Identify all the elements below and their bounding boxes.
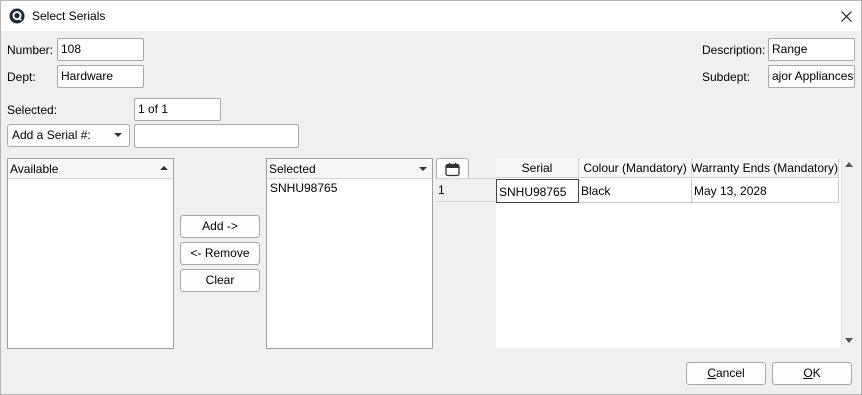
vertical-scrollbar[interactable] <box>841 158 856 348</box>
cancel-button[interactable]: Cancel <box>686 362 766 385</box>
available-list-header[interactable]: Available <box>8 159 173 179</box>
selected-header-label: Selected <box>269 162 316 176</box>
description-label: Description: <box>702 43 766 57</box>
dept-field[interactable]: Hardware <box>57 65 144 88</box>
selected-count-label: Selected: <box>7 103 58 117</box>
column-header-colour[interactable]: Colour (Mandatory) <box>579 158 692 178</box>
add-serial-input[interactable] <box>134 124 299 148</box>
cancel-mnemonic: C <box>707 366 716 380</box>
sort-descending-icon <box>419 167 427 171</box>
number-label: Number: <box>7 43 54 57</box>
ok-mnemonic: O <box>803 366 813 380</box>
sort-ascending-icon <box>160 166 168 170</box>
close-icon <box>840 10 852 22</box>
selected-count-field: 1 of 1 <box>134 98 221 121</box>
q-logo-icon <box>9 8 25 24</box>
calendar-button[interactable] <box>436 158 469 180</box>
description-field[interactable]: Range <box>768 38 855 61</box>
scroll-down-icon[interactable] <box>845 338 853 343</box>
column-header-warranty[interactable]: Warranty Ends (Mandatory) <box>692 158 839 178</box>
close-button[interactable] <box>834 5 858 27</box>
ok-button[interactable]: OK <box>772 362 852 385</box>
calendar-icon <box>445 163 460 177</box>
row-number[interactable]: 1 <box>436 178 496 202</box>
number-field[interactable]: 108 <box>57 38 144 61</box>
remove-button[interactable]: <- Remove <box>180 242 260 265</box>
scroll-up-icon[interactable] <box>845 162 853 167</box>
subdept-label: Subdept: <box>702 70 751 84</box>
chevron-down-icon <box>114 133 122 137</box>
window-title: Select Serials <box>32 9 106 23</box>
selected-list[interactable]: Selected SNHU98765 <box>266 158 433 349</box>
cancel-label-rest: ancel <box>715 366 745 380</box>
available-list[interactable]: Available <box>7 158 174 349</box>
title-bar: Select Serials <box>1 1 861 31</box>
add-button[interactable]: Add -> <box>180 215 260 238</box>
row-header-column <box>436 180 496 348</box>
cell-colour[interactable]: Black <box>579 179 692 203</box>
column-header-serial[interactable]: Serial <box>496 158 579 178</box>
selected-list-header[interactable]: Selected <box>267 159 432 179</box>
ok-label-rest: K <box>812 366 821 380</box>
subdept-field[interactable]: ajor Appliances <box>768 65 855 88</box>
dept-label: Dept: <box>7 70 36 84</box>
serials-grid: 1 Serial Colour (Mandatory) Warranty End… <box>436 157 856 349</box>
cell-warranty[interactable]: May 13, 2028 <box>692 179 839 203</box>
add-serial-dropdown[interactable]: Add a Serial #: <box>7 124 130 147</box>
available-header-label: Available <box>10 162 59 176</box>
list-item[interactable]: SNHU98765 <box>270 181 337 195</box>
clear-button[interactable]: Clear <box>180 269 260 292</box>
cell-serial[interactable]: SNHU98765 <box>496 179 579 203</box>
add-serial-dropdown-label: Add a Serial #: <box>12 128 91 142</box>
